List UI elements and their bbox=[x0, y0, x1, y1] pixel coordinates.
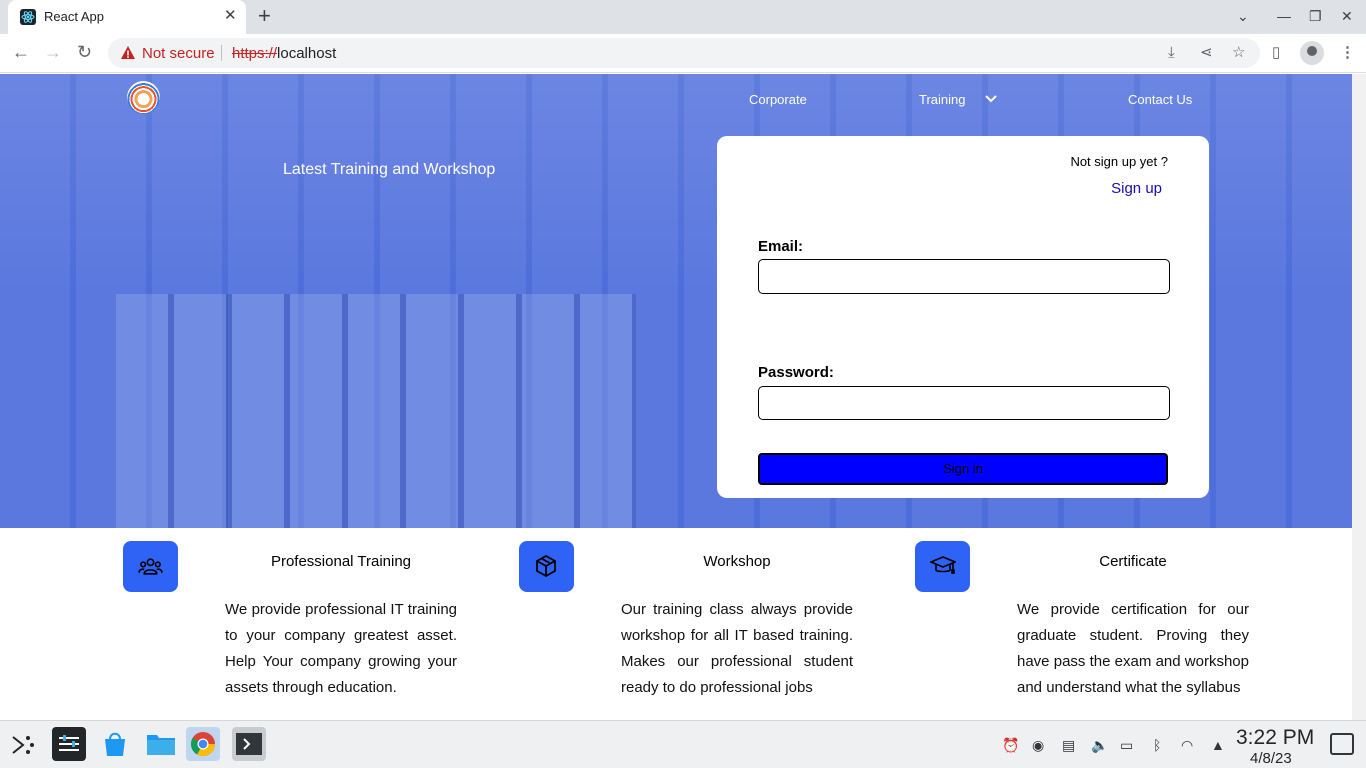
signup-prompt: Not sign up yet ? bbox=[1070, 154, 1168, 169]
email-field[interactable] bbox=[758, 259, 1170, 294]
password-field[interactable] bbox=[758, 386, 1170, 420]
web-page: Corporate Training Contact Us Latest Tra… bbox=[0, 74, 1366, 720]
file-manager-icon[interactable] bbox=[144, 727, 178, 761]
minimize-icon[interactable]: — bbox=[1277, 8, 1291, 24]
nav-contact-us[interactable]: Contact Us bbox=[1128, 92, 1192, 107]
feature-text-professional-training: We provide professional IT training to y… bbox=[225, 601, 457, 696]
graduation-cap-icon bbox=[915, 541, 970, 592]
address-bar[interactable]: Not secure https://localhost ⤓ ⋖ ☆ bbox=[108, 38, 1260, 68]
browser-tab-strip: React App ✕ + ⌄ — ❐ ✕ bbox=[0, 0, 1366, 34]
tab-title: React App bbox=[44, 9, 104, 24]
password-label: Password: bbox=[758, 364, 834, 381]
show-desktop-button[interactable] bbox=[1330, 733, 1354, 755]
cube-icon bbox=[519, 541, 574, 592]
close-window-icon[interactable]: ✕ bbox=[1341, 8, 1353, 24]
tab-search-icon[interactable]: ⌄ bbox=[1237, 8, 1249, 24]
side-panel-icon[interactable]: ▯ bbox=[1272, 44, 1280, 62]
chrome-browser-icon[interactable] bbox=[186, 727, 220, 761]
browser-tab[interactable]: React App ✕ bbox=[8, 0, 246, 34]
people-group-icon bbox=[123, 541, 178, 592]
volume-icon[interactable]: 🔈 bbox=[1091, 737, 1108, 753]
profile-avatar-icon[interactable] bbox=[1300, 41, 1324, 65]
battery-icon[interactable]: ▭ bbox=[1120, 737, 1133, 753]
os-taskbar: ⏰ ◉ ▤ 🔈 ▭ ᛒ ◠ ▲ 3:22 PM 4/8/23 bbox=[0, 720, 1366, 768]
hero-background-windows bbox=[116, 294, 636, 528]
chrome-menu-icon[interactable]: ⋮ bbox=[1340, 44, 1355, 62]
clock-date[interactable]: 4/8/23 bbox=[1250, 750, 1292, 767]
wifi-icon[interactable]: ◠ bbox=[1181, 737, 1193, 753]
back-icon[interactable]: ← bbox=[12, 42, 30, 62]
app-launcher-icon[interactable] bbox=[10, 733, 36, 757]
feature-title-professional-training: Professional Training bbox=[270, 553, 412, 570]
tray-expand-icon[interactable]: ▲ bbox=[1211, 737, 1225, 753]
nav-training[interactable]: Training bbox=[919, 92, 965, 107]
install-app-icon[interactable]: ⤓ bbox=[1168, 45, 1175, 61]
bookmark-star-icon[interactable]: ☆ bbox=[1232, 45, 1245, 61]
react-favicon-icon bbox=[20, 9, 36, 25]
reload-icon[interactable]: ↻ bbox=[77, 42, 92, 62]
feature-title-workshop: Workshop bbox=[703, 553, 771, 570]
share-icon[interactable]: ⋖ bbox=[1200, 45, 1213, 61]
terminal-icon[interactable] bbox=[232, 727, 266, 761]
tab-close-icon[interactable]: ✕ bbox=[224, 8, 237, 24]
login-card: Not sign up yet ? Sign up Email: Passwor… bbox=[717, 136, 1209, 498]
bluetooth-icon[interactable]: ᛒ bbox=[1153, 737, 1161, 753]
forward-icon[interactable]: → bbox=[44, 42, 62, 62]
new-tab-button[interactable]: + bbox=[258, 5, 271, 27]
system-settings-icon[interactable] bbox=[52, 727, 86, 761]
nav-corporate[interactable]: Corporate bbox=[749, 92, 807, 107]
restore-icon[interactable]: ❐ bbox=[1309, 8, 1322, 24]
omnibox-divider bbox=[221, 45, 222, 61]
clock-time[interactable]: 3:22 PM bbox=[1236, 726, 1314, 750]
hero-section: Corporate Training Contact Us Latest Tra… bbox=[0, 74, 1352, 528]
url-host: localhost bbox=[277, 45, 337, 62]
browser-toolbar: ← → ↻ Not secure https://localhost ⤓ ⋖ ☆… bbox=[0, 34, 1366, 73]
security-status[interactable]: Not secure bbox=[142, 45, 215, 62]
clipboard-icon[interactable]: ▤ bbox=[1062, 737, 1075, 753]
url-text[interactable]: https://localhost bbox=[232, 45, 336, 62]
feature-title-certificate: Certificate bbox=[1099, 553, 1167, 570]
email-label: Email: bbox=[758, 238, 804, 255]
hero-headline: Latest Training and Workshop bbox=[283, 161, 496, 178]
feature-text-certificate: We provide certification for our graduat… bbox=[1017, 601, 1249, 696]
page-scrollbar[interactable] bbox=[1352, 74, 1366, 720]
signup-link[interactable]: Sign up bbox=[1111, 180, 1162, 197]
store-bag-icon[interactable] bbox=[98, 727, 132, 761]
chevron-down-icon[interactable] bbox=[984, 92, 998, 106]
alarm-clock-icon[interactable]: ⏰ bbox=[1002, 737, 1019, 753]
updates-icon[interactable]: ◉ bbox=[1032, 737, 1044, 753]
feature-text-workshop: Our training class always provide worksh… bbox=[621, 601, 853, 696]
warning-icon bbox=[121, 46, 135, 59]
url-scheme: https:// bbox=[232, 45, 278, 62]
site-logo[interactable] bbox=[127, 81, 160, 114]
signin-button[interactable]: Sign in bbox=[758, 453, 1168, 485]
